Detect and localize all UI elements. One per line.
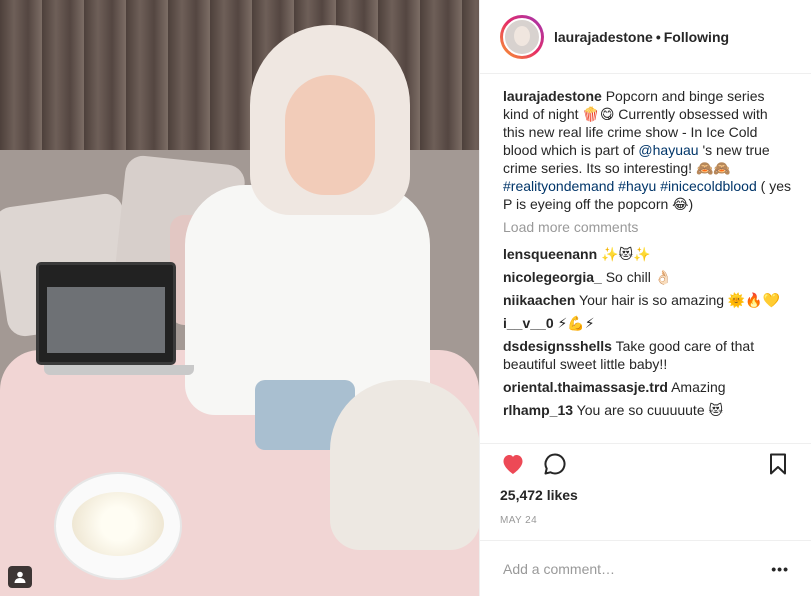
header-username[interactable]: laurajadestone [554,29,653,45]
follow-status-button[interactable]: Following [664,29,729,45]
comment-username[interactable]: lensqueenann [503,246,597,262]
comment-item: dsdesignsshells Take good care of that b… [503,337,791,373]
comment-username[interactable]: dsdesignsshells [503,338,612,354]
comment-username[interactable]: i__v__0 [503,315,554,331]
comment-item: rlhamp_13 You are so cuuuuute 😻 [503,401,791,419]
comments-section: laurajadestone Popcorn and binge series … [480,74,811,443]
comment-text: ⚡💪⚡ [553,315,595,331]
bookmark-icon[interactable] [765,451,791,477]
add-comment-input[interactable]: Add a comment… [503,561,615,577]
header-text: laurajadestone • Following [554,29,729,45]
person-face [285,75,375,195]
action-bar-left [500,451,584,477]
avatar[interactable] [503,17,541,56]
load-more-comments-button[interactable]: Load more comments [503,219,791,235]
comment-text: Your hair is so amazing 🌞🔥💛 [575,292,781,308]
comment-item: lensqueenann ✨😻✨ [503,245,791,263]
avatar-story-ring[interactable] [500,14,544,59]
caption: laurajadestone Popcorn and binge series … [503,87,791,213]
comment-item: i__v__0 ⚡💪⚡ [503,314,791,332]
caption-username[interactable]: laurajadestone [503,88,602,104]
header-separator: • [655,28,661,45]
comment-item: nicolegeorgia_ So chill 👌🏻 [503,268,791,286]
likes-count[interactable]: 25,472 likes [480,483,811,503]
cat [330,380,479,550]
action-bar [480,443,811,483]
post-date: MAY 24 [500,515,538,526]
comment-text: So chill 👌🏻 [601,269,673,285]
comment-username[interactable]: oriental.thaimassasje.trd [503,379,668,395]
comment-username[interactable]: niikaachen [503,292,575,308]
heart-icon[interactable] [500,451,526,477]
user-tag-icon[interactable] [8,566,32,588]
laptop-video [47,287,165,353]
popcorn [72,492,164,556]
add-comment-bar: Add a comment… ••• [480,540,811,596]
comment-text: You are so cuuuuute 😻 [573,402,724,418]
comment-username[interactable]: rlhamp_13 [503,402,573,418]
comment-icon[interactable] [542,451,568,477]
post-panel: laurajadestone • Following laurajadestone … [479,0,811,596]
post-photo[interactable] [0,0,479,596]
post-view: laurajadestone • Following laurajadestone … [0,0,811,596]
more-options-icon[interactable]: ••• [771,561,789,577]
comment-text: ✨😻✨ [597,246,651,262]
laptop-base [44,365,194,375]
caption-hashtags[interactable]: #realityondemand #hayu #inicecoldblood [503,178,757,194]
caption-mention[interactable]: @hayuau [638,142,698,158]
comment-item: niikaachen Your hair is so amazing 🌞🔥💛 [503,291,791,309]
post-header: laurajadestone • Following [480,0,811,74]
comment-text: Amazing [667,379,726,395]
comment-username[interactable]: nicolegeorgia_ [503,269,602,285]
laptop-screen [36,262,176,365]
comment-item: oriental.thaimassasje.trd Amazing [503,378,791,396]
